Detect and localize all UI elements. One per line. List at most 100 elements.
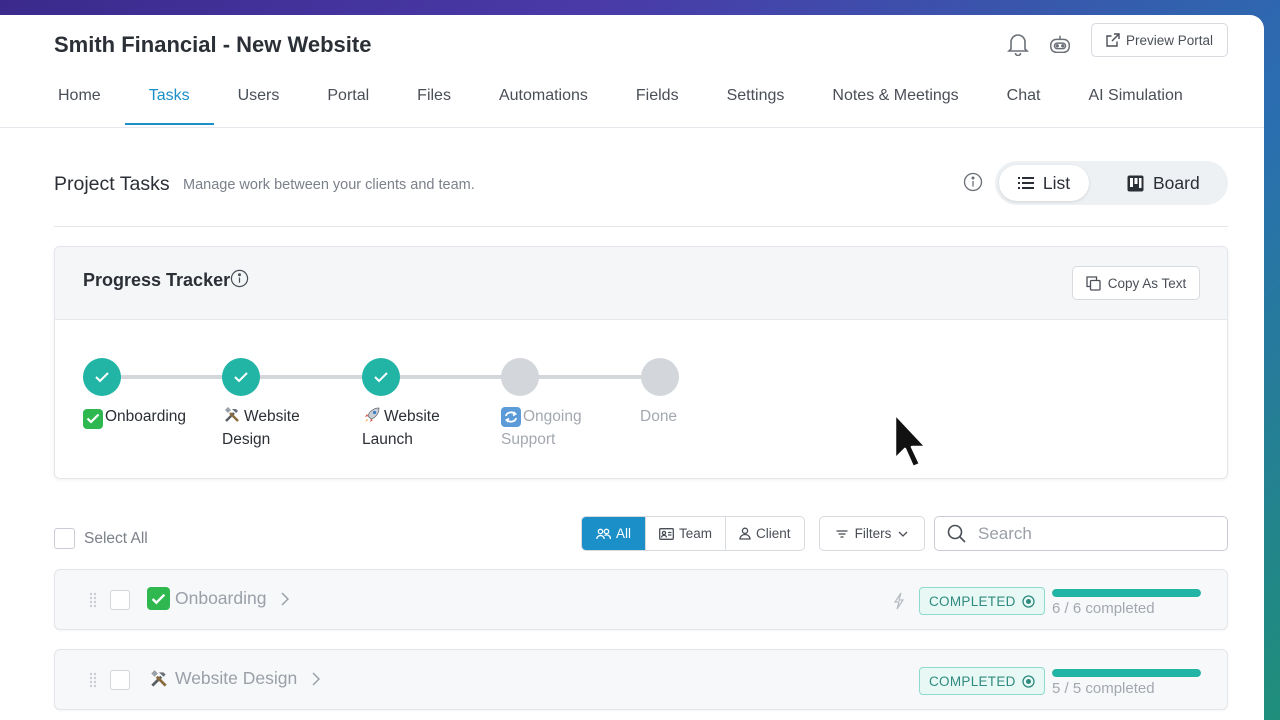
info-icon[interactable] — [963, 172, 983, 197]
task-name-label: Onboarding — [175, 588, 267, 608]
tab-chat[interactable]: Chat — [983, 77, 1065, 124]
task-name[interactable]: Onboarding — [147, 587, 290, 610]
robot-icon[interactable] — [1048, 32, 1072, 56]
step-text: Done — [640, 408, 678, 425]
radio-dot-icon — [1022, 674, 1035, 688]
preview-portal-label: Preview Portal — [1125, 32, 1214, 48]
assignee-filter: All Team Client — [581, 516, 805, 551]
external-link-icon — [1106, 33, 1120, 47]
filter-client-label: Client — [756, 526, 791, 541]
step-text: Website — [244, 408, 300, 425]
preview-portal-button[interactable]: Preview Portal — [1091, 23, 1228, 57]
project-title: Smith Financial - New Website — [54, 32, 372, 57]
view-board-label: Board — [1153, 172, 1200, 193]
section-header: Project Tasks Manage work between your c… — [54, 161, 1228, 227]
list-icon — [1017, 177, 1034, 189]
status-badge[interactable]: COMPLETED — [919, 587, 1045, 615]
step-text: Ongoing — [523, 408, 582, 425]
automation-bolt-icon[interactable] — [893, 592, 905, 615]
app-window: Smith Financial - New Website Preview Po… — [0, 15, 1264, 720]
search-input[interactable] — [978, 523, 1208, 544]
tracker-title: Progress Tracker — [83, 270, 231, 290]
step-marker-done — [641, 358, 679, 396]
select-all-label: Select All — [84, 529, 148, 547]
section-subtitle: Manage work between your clients and tea… — [183, 177, 475, 193]
step-label-done: Done — [640, 405, 677, 428]
step-connector — [101, 375, 241, 379]
tab-home[interactable]: Home — [34, 77, 125, 124]
filter-all-button[interactable]: All — [582, 517, 646, 550]
task-progress-bar — [1052, 669, 1201, 677]
filter-client-button[interactable]: Client — [725, 517, 804, 550]
chevron-down-icon — [898, 531, 908, 537]
tab-settings[interactable]: Settings — [703, 77, 809, 124]
step-marker-website-design — [222, 358, 260, 396]
step-text: Support — [501, 431, 556, 448]
tab-fields[interactable]: Fields — [612, 77, 703, 124]
filter-all-label: All — [616, 526, 632, 541]
check-mark-icon — [147, 587, 170, 610]
search-icon — [947, 524, 966, 543]
bell-icon[interactable] — [1006, 32, 1030, 56]
view-toggle: List Board — [995, 161, 1228, 205]
step-text: Launch — [362, 431, 413, 448]
tab-tasks[interactable]: Tasks — [124, 77, 214, 125]
tools-icon — [222, 405, 242, 425]
radio-dot-icon — [1022, 594, 1035, 608]
step-connector — [241, 375, 381, 379]
drag-handle-icon[interactable] — [89, 672, 97, 693]
view-list-button[interactable]: List — [999, 165, 1089, 201]
tab-automations[interactable]: Automations — [475, 77, 612, 124]
check-mark-icon — [83, 408, 103, 429]
task-progress-text: 6 / 6 completed — [1052, 600, 1155, 617]
step-marker-ongoing-support — [501, 358, 539, 396]
tab-notes-meetings[interactable]: Notes & Meetings — [808, 77, 982, 124]
task-checkbox[interactable] — [110, 590, 130, 610]
task-progress-fill — [1052, 669, 1201, 677]
rocket-icon — [362, 405, 382, 425]
task-progress-text: 5 / 5 completed — [1052, 680, 1155, 697]
tab-users[interactable]: Users — [214, 77, 304, 124]
board-icon — [1127, 175, 1144, 191]
tab-ai-simulation[interactable]: AI Simulation — [1064, 77, 1206, 124]
filter-team-button[interactable]: Team — [645, 517, 725, 550]
step-connector — [521, 375, 661, 379]
task-progress-fill — [1052, 589, 1201, 597]
task-checkbox[interactable] — [110, 670, 130, 690]
tab-portal[interactable]: Portal — [303, 77, 393, 124]
filter-team-label: Team — [679, 526, 713, 541]
view-list-label: List — [1042, 172, 1071, 193]
step-text: Design — [222, 431, 271, 448]
task-progress-bar — [1052, 589, 1201, 597]
tab-files[interactable]: Files — [393, 77, 475, 124]
mouse-cursor-icon — [892, 411, 934, 486]
copy-as-text-button[interactable]: Copy As Text — [1072, 266, 1200, 300]
chevron-right-icon — [281, 591, 290, 606]
select-all-checkbox[interactable] — [54, 528, 75, 549]
progress-tracker: Progress Tracker Copy As Text Onboarding… — [54, 246, 1228, 479]
filters-dropdown[interactable]: Filters — [819, 516, 925, 551]
step-label-ongoing-support: Ongoing Support — [501, 405, 582, 451]
task-row[interactable]: Website Design COMPLETED 5 / 5 completed — [54, 649, 1228, 710]
status-badge[interactable]: COMPLETED — [919, 667, 1045, 695]
check-icon — [95, 372, 109, 383]
drag-handle-icon[interactable] — [89, 592, 97, 613]
task-name[interactable]: Website Design — [147, 667, 321, 690]
check-icon — [374, 372, 388, 383]
repeat-icon — [501, 407, 521, 427]
nav-tabs: Home Tasks Users Portal Files Automation… — [34, 77, 1207, 125]
chevron-right-icon — [312, 671, 321, 686]
view-board-button[interactable]: Board — [1127, 165, 1200, 201]
user-icon — [739, 527, 751, 540]
select-all[interactable]: Select All — [54, 528, 148, 549]
step-text: Website — [384, 408, 440, 425]
tracker-header: Progress Tracker Copy As Text — [55, 247, 1227, 320]
task-row[interactable]: Onboarding COMPLETED 6 / 6 completed — [54, 569, 1228, 630]
tracker-info-icon[interactable] — [230, 269, 249, 293]
step-label-website-launch: Website Launch — [362, 405, 440, 451]
task-name-label: Website Design — [175, 668, 298, 688]
step-label-website-design: Website Design — [222, 405, 300, 451]
tools-icon — [147, 667, 170, 690]
filter-lines-icon — [836, 529, 848, 538]
copy-as-text-label: Copy As Text — [1107, 275, 1187, 291]
